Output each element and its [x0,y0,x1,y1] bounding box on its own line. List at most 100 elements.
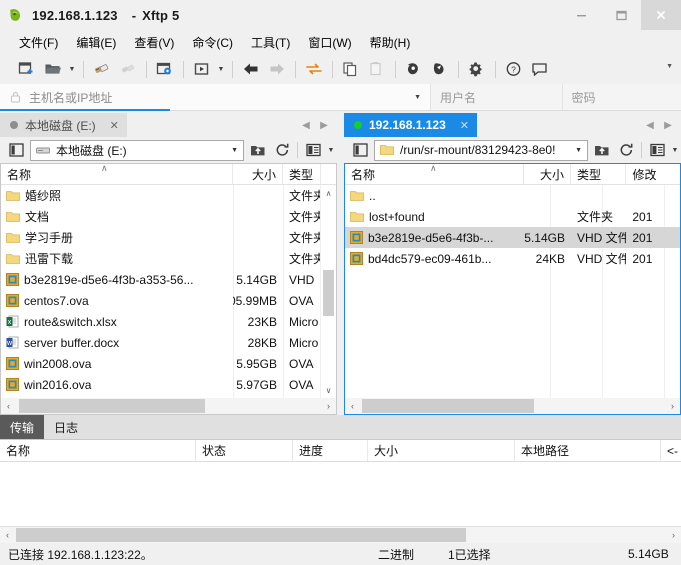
table-row[interactable]: b3e2819e-d5e6-4f3b-a353-56... 5.14GB VHD [1,269,336,290]
xfer-column-status[interactable]: 状态 [196,440,293,461]
tab-log[interactable]: 日志 [44,415,88,439]
scroll-up-arrow[interactable]: ∧ [321,185,336,201]
xfer-column-size[interactable]: 大小 [368,440,515,461]
password-input-wrapper[interactable]: 密码 [561,84,681,111]
toggle-tree-icon[interactable] [4,139,28,161]
open-folder-icon[interactable] [40,57,66,81]
tab-local-disk[interactable]: 本地磁盘 (E:) ✕ [0,113,127,137]
table-row[interactable]: 迅雷下载 文件夹 [1,248,336,269]
local-list-body[interactable]: 婚纱照文件夹文档文件夹学习手册文件夹迅雷下载文件夹b3e2819e-d5e6-4… [1,185,336,398]
transfer-table-body[interactable] [0,462,681,526]
toolbar-overflow-caret[interactable]: ▼ [666,63,673,70]
toggle-tree-icon[interactable] [348,139,372,161]
menu-edit[interactable]: 编辑(E) [67,31,125,54]
table-row[interactable]: 学习手册 文件夹 [1,227,336,248]
hscroll-thumb[interactable] [362,399,534,413]
table-row[interactable]: w server buffer.docx 28KB Micro [1,332,336,353]
table-row[interactable]: .. [345,185,680,206]
xshell-icon[interactable] [401,57,427,81]
remote-list-body[interactable]: .. lost+found 文件夹 201 b3e2819e-d5e6-4f3b-...… [345,185,680,398]
local-path-input[interactable]: 本地磁盘 (E:) ▼ [30,139,244,161]
table-row[interactable]: 文档 文件夹 [1,206,336,227]
refresh-icon[interactable] [614,139,638,161]
help-icon[interactable]: ? [501,57,527,81]
hscroll-track[interactable] [16,398,321,414]
up-folder-icon[interactable] [246,139,270,161]
tab-transfer[interactable]: 传输 [0,415,45,439]
column-header-type[interactable]: 类型 [571,164,627,184]
copy-icon[interactable] [338,57,364,81]
hscroll-right-arrow[interactable]: › [665,401,680,411]
bottom-hscroll-left-arrow[interactable]: ‹ [0,530,15,540]
feedback-icon[interactable] [527,57,553,81]
bottom-hscroll-right-arrow[interactable]: › [666,530,681,540]
local-horizontal-scrollbar[interactable]: ‹ › [1,398,336,414]
xftp-icon[interactable] [427,57,453,81]
tab-next-icon[interactable]: ▶ [315,120,333,131]
username-input-wrapper[interactable]: 用户名 [430,84,562,111]
table-row[interactable]: lost+found 文件夹 201 [345,206,680,227]
table-row[interactable]: b3e2819e-d5e6-4f3b-... 5.14GB VHD 文件 201 [345,227,680,248]
xfer-column-progress[interactable]: 进度 [293,440,368,461]
host-dropdown-caret[interactable]: ▼ [414,94,421,101]
host-input[interactable]: 主机名或IP地址 [29,89,112,106]
password-input[interactable]: 密码 [572,89,596,106]
menu-window[interactable]: 窗口(W) [299,31,360,54]
remote-horizontal-scrollbar[interactable]: ‹ › [345,398,680,414]
view-mode-caret[interactable]: ▼ [325,138,337,162]
pane-splitter[interactable] [337,111,344,415]
xfer-column-localpath[interactable]: 本地路径 [515,440,661,461]
local-file-list[interactable]: 名称 大小 类型 ∧ 婚纱照文件夹文档文件夹学习手册文件夹迅雷下载文件夹b3e2… [0,163,337,415]
bottom-hscroll-track[interactable] [15,527,666,543]
menu-help[interactable]: 帮助(H) [361,31,420,54]
session-manager-icon[interactable] [152,57,178,81]
column-header-name[interactable]: 名称 [1,164,233,184]
menu-file[interactable]: 文件(F) [10,31,67,54]
hscroll-left-arrow[interactable]: ‹ [1,401,16,411]
transfer-horizontal-scrollbar[interactable]: ‹ › [0,526,681,543]
local-path-caret[interactable]: ▼ [231,147,238,154]
remote-path-input[interactable]: /run/sr-mount/83129423-8e0! ▼ [374,139,588,161]
view-mode-caret[interactable]: ▼ [669,138,681,162]
minimize-button[interactable] [561,0,601,30]
maximize-button[interactable] [601,0,641,30]
table-row[interactable]: x route&switch.xlsx 23KB Micro [1,311,336,332]
local-vertical-scrollbar[interactable]: ∧ ∨ [320,185,336,398]
gear-icon[interactable] [464,57,490,81]
remote-file-list[interactable]: 名称 大小 类型 修改 ∧ .. lost+found 文件夹 201 b3e2819e… [344,163,681,415]
sync-icon[interactable] [301,57,327,81]
refresh-icon[interactable] [270,139,294,161]
hscroll-track[interactable] [360,398,665,414]
remote-path-caret[interactable]: ▼ [575,147,582,154]
hscroll-thumb[interactable] [19,399,205,413]
table-row[interactable]: bd4dc579-ec09-461b... 24KB VHD 文件 201 [345,248,680,269]
tab-close-icon[interactable]: ✕ [110,119,119,132]
new-session-icon[interactable] [14,57,40,81]
view-mode-icon[interactable] [645,139,669,161]
run-icon[interactable] [189,57,215,81]
column-header-size[interactable]: 大小 [233,164,283,184]
xfer-column-direction[interactable]: <- [661,440,681,461]
menu-tools[interactable]: 工具(T) [242,31,299,54]
back-arrow-icon[interactable] [238,57,264,81]
bottom-hscroll-thumb[interactable] [16,528,466,542]
username-input[interactable]: 用户名 [440,89,476,106]
table-row[interactable]: centos7.ova 505.99MB OVA [1,290,336,311]
hscroll-left-arrow[interactable]: ‹ [345,401,360,411]
column-header-modified[interactable]: 修改 [626,164,680,184]
host-input-wrapper[interactable]: 主机名或IP地址 ▼ [0,84,430,111]
view-mode-icon[interactable] [301,139,325,161]
close-button[interactable] [641,0,681,30]
xfer-column-name[interactable]: 名称 [0,440,196,461]
column-header-size[interactable]: 大小 [524,164,572,184]
table-row[interactable]: 婚纱照 文件夹 [1,185,336,206]
column-header-type[interactable]: 类型 [283,164,321,184]
menu-command[interactable]: 命令(C) [183,31,242,54]
menu-view[interactable]: 查看(V) [125,31,183,54]
table-row[interactable]: win2016.ova 5.97GB OVA [1,374,336,395]
up-folder-icon[interactable] [590,139,614,161]
connect-icon[interactable] [89,57,115,81]
open-folder-caret[interactable]: ▼ [66,57,78,81]
tab-prev-icon[interactable]: ◀ [641,120,659,131]
scroll-down-arrow[interactable]: ∨ [321,382,336,398]
